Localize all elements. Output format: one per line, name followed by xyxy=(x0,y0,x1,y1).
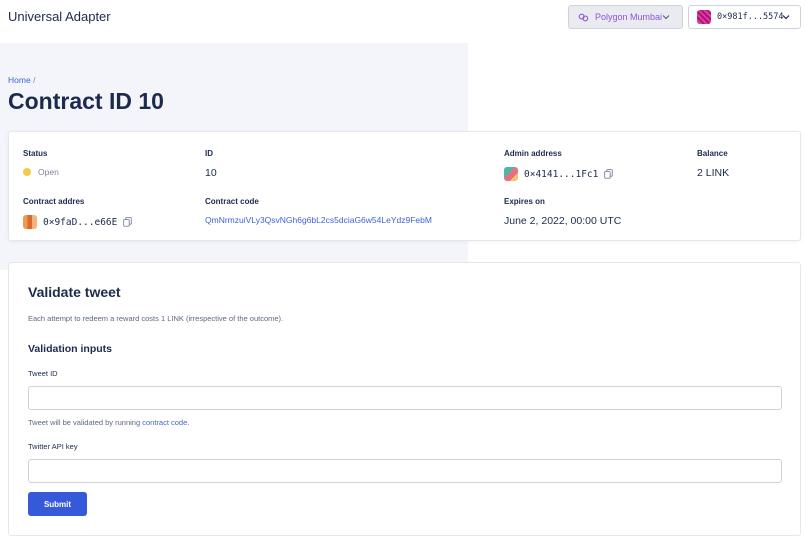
admin-address-field: Admin address 0×4141...1Fc1 xyxy=(504,149,614,181)
status-field: Status Open xyxy=(23,149,59,177)
status-value: Open xyxy=(38,167,59,177)
twitter-api-key-input[interactable] xyxy=(28,459,782,483)
tweet-id-hint: Tweet will be validated by running contr… xyxy=(28,418,189,427)
breadcrumb-separator: / xyxy=(33,75,36,85)
network-selector-button[interactable]: Polygon Mumbai xyxy=(568,5,683,29)
copy-icon[interactable] xyxy=(123,217,133,227)
twitter-api-key-label: Twitter API key xyxy=(28,442,78,451)
expires-on-label: Expires on xyxy=(504,197,545,206)
tweet-id-input[interactable] xyxy=(28,386,782,410)
copy-icon[interactable] xyxy=(604,169,614,179)
contract-avatar-icon xyxy=(23,215,37,229)
chevron-down-icon xyxy=(662,15,670,20)
balance-label: Balance xyxy=(697,149,728,158)
polygon-network-icon xyxy=(578,13,589,21)
validation-inputs-heading: Validation inputs xyxy=(28,343,113,355)
contract-address-label: Contract addres xyxy=(23,197,85,206)
expires-on-field: Expires on June 2, 2022, 00:00 UTC xyxy=(504,197,621,227)
admin-avatar-icon xyxy=(504,167,518,181)
id-label: ID xyxy=(205,149,213,158)
id-value: 10 xyxy=(205,167,217,179)
hint-text: Tweet will be validated by running xyxy=(28,418,141,427)
contract-code-hint-link[interactable]: contract code xyxy=(142,418,187,427)
network-label: Polygon Mumbai xyxy=(595,12,663,22)
admin-address-label: Admin address xyxy=(504,149,562,158)
chevron-down-icon xyxy=(782,15,790,20)
contract-details-card: Status Open ID 10 Admin address 0×4141..… xyxy=(8,131,801,241)
balance-field: Balance 2 LINK xyxy=(697,149,729,179)
status-label: Status xyxy=(23,149,48,158)
id-field: ID 10 xyxy=(205,149,217,179)
wallet-avatar-icon xyxy=(697,10,711,24)
contract-code-field: Contract code QmNrmzuiVLy3QsvNGh6g6bL2cs… xyxy=(205,197,432,225)
app-title: Universal Adapter xyxy=(8,9,111,24)
breadcrumb: Home / xyxy=(8,75,35,85)
validate-title: Validate tweet xyxy=(28,284,121,300)
validate-tweet-card: Validate tweet Each attempt to redeem a … xyxy=(8,262,801,536)
tweet-id-label: Tweet ID xyxy=(28,369,58,378)
admin-address-value: 0×4141...1Fc1 xyxy=(524,168,599,180)
wallet-account-button[interactable]: 0×981f...5574 xyxy=(688,5,801,29)
validate-description: Each attempt to redeem a reward costs 1 … xyxy=(28,314,284,323)
contract-address-field: Contract addres 0×9faD...e66E xyxy=(23,197,133,229)
hint-suffix: . xyxy=(187,418,190,427)
page-title: Contract ID 10 xyxy=(8,88,164,114)
balance-value: 2 LINK xyxy=(697,167,730,179)
submit-button[interactable]: Submit xyxy=(28,492,87,516)
breadcrumb-home-link[interactable]: Home xyxy=(8,75,31,85)
contract-code-label: Contract code xyxy=(205,197,259,206)
contract-address-value: 0×9faD...e66E xyxy=(43,216,118,228)
contract-code-link[interactable]: QmNrmzuiVLy3QsvNGh6g6bL2cs5dciaG6w54LeYd… xyxy=(205,215,432,225)
expires-on-value: June 2, 2022, 00:00 UTC xyxy=(504,215,622,227)
status-indicator-icon xyxy=(23,168,31,176)
wallet-address: 0×981f...5574 xyxy=(717,12,784,22)
